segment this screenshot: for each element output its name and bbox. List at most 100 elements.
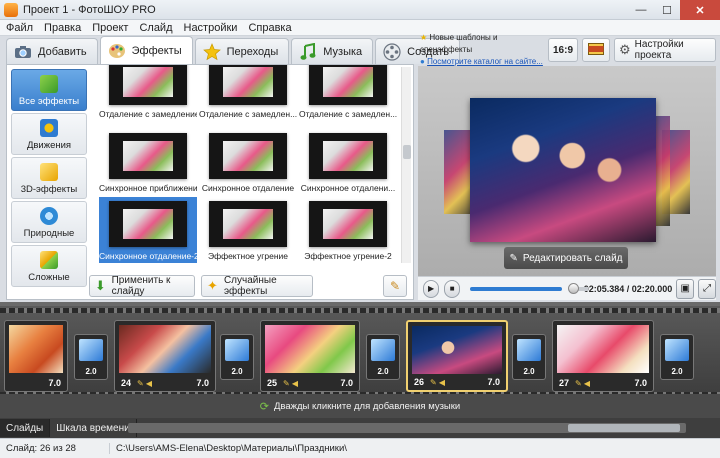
category-motions[interactable]: Движения — [11, 113, 87, 155]
snapshot-button[interactable]: ▣ — [676, 278, 695, 299]
transition-item[interactable]: 2.0 — [660, 334, 694, 380]
seek-knob[interactable] — [568, 282, 580, 294]
fullscreen-button[interactable]: ⤢ — [698, 278, 716, 299]
effect-label: Синхронное отдаление-2 — [99, 251, 197, 261]
random-effects-button[interactable]: ✦ Случайные эффекты — [201, 275, 313, 297]
menu-project[interactable]: Проект — [92, 22, 128, 34]
clear-effect-button[interactable]: ✎ — [383, 275, 407, 297]
film-reel-icon — [382, 42, 402, 61]
edit-slide-button[interactable]: ✎ Редактировать слайд — [504, 247, 628, 269]
title-bar: Проект 1 - ФотоШОУ PRO — ☐ ✕ — [0, 0, 720, 20]
menu-bar: Файл Правка Проект Слайд Настройки Справ… — [0, 20, 720, 36]
effect-item[interactable]: Синхронное приближение — [99, 129, 197, 195]
slide-duration: 7.0 — [196, 378, 209, 388]
menu-slide[interactable]: Слайд — [139, 22, 172, 34]
layers-icon — [40, 251, 58, 269]
effect-label: Эффектное угрение-2 — [304, 251, 392, 261]
effect-thumbnail — [309, 65, 387, 105]
effect-item[interactable]: Синхронное отдаление — [199, 129, 297, 195]
cube-icon — [40, 163, 58, 181]
slide-preview: ✎ Редактировать слайд — [418, 66, 716, 300]
transition-duration: 2.0 — [671, 367, 683, 376]
effect-item[interactable]: Отдаление с замедлен... — [299, 65, 397, 121]
transition-duration: 2.0 — [231, 367, 243, 376]
effect-item[interactable]: Эффектное угрение — [199, 197, 297, 263]
add-music-icon: ⟳ — [259, 400, 269, 413]
transition-item[interactable]: 2.0 — [512, 334, 546, 380]
transition-item[interactable]: 2.0 — [74, 334, 108, 380]
transition-duration: 2.0 — [523, 367, 535, 376]
transition-thumbnail — [517, 339, 541, 361]
slide-tools-icons: ✎ ◀ — [430, 378, 446, 387]
snowflake-icon — [40, 207, 58, 225]
tab-music[interactable]: Музыка — [291, 38, 374, 64]
timeline-scrollbar[interactable] — [128, 423, 686, 433]
category-nature[interactable]: Природные — [11, 201, 87, 243]
seek-bar[interactable] — [470, 282, 589, 294]
screen-fit-button[interactable] — [582, 38, 610, 62]
tab-transitions[interactable]: Переходы — [194, 38, 290, 64]
menu-settings[interactable]: Настройки — [184, 22, 238, 34]
effect-thumbnail — [109, 133, 187, 179]
tab-slides[interactable]: Слайды — [0, 419, 51, 437]
slide-duration: 7.0 — [487, 377, 500, 387]
effects-scrollbar[interactable] — [401, 67, 411, 263]
project-settings-label: Настройки проекта — [634, 39, 684, 61]
effect-item[interactable]: Отдаление с замедлением — [99, 65, 197, 121]
project-settings-button[interactable]: ⚙ Настройки проекта — [614, 38, 716, 62]
view-tabs: Слайды Шкала времени — [0, 418, 720, 438]
slide-thumbnail[interactable]: 24 ✎ ◀ 7.0 — [114, 320, 216, 392]
menu-file[interactable]: Файл — [6, 22, 33, 34]
category-label: Природные — [23, 228, 75, 239]
effect-label: Синхронное приближение — [99, 183, 197, 193]
minimize-button[interactable]: — — [628, 0, 654, 20]
aspect-ratio-button[interactable]: 16:9 — [548, 38, 578, 62]
slide-thumbnail[interactable]: 7.0 — [4, 320, 68, 392]
maximize-button[interactable]: ☐ — [654, 0, 680, 20]
effect-item[interactable]: Эффектное угрение-2 — [299, 197, 397, 263]
slide-tools-icons: ✎ ◀ — [137, 379, 153, 388]
main-tabs: Добавить Эффекты Переходы Музыка Создать — [6, 36, 462, 64]
move-arrows-icon — [40, 119, 58, 137]
play-button[interactable]: ▶ — [423, 279, 440, 298]
apply-to-slide-button[interactable]: ⬇ Применить к слайду — [89, 275, 195, 297]
tab-add[interactable]: Добавить — [6, 38, 98, 64]
music-track-area[interactable]: ⟳ Дважды кликните для добавления музыки — [0, 394, 720, 418]
effect-item-selected[interactable]: Синхронное отдаление-2 — [99, 197, 197, 263]
slide-tools-icons: ✎ ◀ — [575, 379, 591, 388]
close-button[interactable]: ✕ — [680, 0, 720, 20]
timeline-scrollbar-thumb[interactable] — [568, 424, 680, 432]
arrow-down-icon: ⬇ — [94, 278, 106, 293]
effect-thumbnail — [109, 65, 187, 105]
stop-button[interactable]: ■ — [444, 279, 461, 298]
slide-thumbnail[interactable]: 27 ✎ ◀ 7.0 — [552, 320, 654, 392]
effect-item[interactable]: Синхронное отдалени... — [299, 129, 397, 195]
slide-number: 24 — [121, 378, 132, 388]
transition-thumbnail — [79, 339, 103, 361]
effect-thumbnail — [209, 65, 287, 105]
camera-icon — [13, 43, 33, 61]
category-complex[interactable]: Сложные — [11, 245, 87, 287]
slide-thumbnail[interactable]: 25 ✎ ◀ 7.0 — [260, 320, 360, 392]
menu-edit[interactable]: Правка — [44, 22, 81, 34]
stop-icon: ■ — [449, 284, 455, 293]
effects-panel: Все эффекты Движения 3D-эффекты Природны… — [6, 64, 414, 300]
scrollbar-thumb[interactable] — [403, 145, 411, 159]
effect-item[interactable]: Отдаление с замедлен... — [199, 65, 297, 121]
menu-help[interactable]: Справка — [248, 22, 291, 34]
tab-effects[interactable]: Эффекты — [99, 36, 193, 64]
tab-timeline[interactable]: Шкала времени — [50, 419, 137, 437]
category-3d-effects[interactable]: 3D-эффекты — [11, 157, 87, 199]
slide-thumbnail-selected[interactable]: 26 ✎ ◀ 7.0 — [406, 320, 508, 392]
info-icon: ● — [420, 57, 425, 66]
transition-item[interactable]: 2.0 — [220, 334, 254, 380]
category-all-effects[interactable]: Все эффекты — [11, 69, 87, 111]
brush-icon: ✎ — [389, 279, 401, 293]
transition-item[interactable]: 2.0 — [366, 334, 400, 380]
status-bar: Слайд: 26 из 28 C:\Users\AMS-Elena\Deskt… — [0, 438, 720, 458]
random-label: Случайные эффекты — [223, 275, 277, 297]
palette-icon — [107, 42, 127, 60]
slide-number: 27 — [559, 378, 570, 388]
catalog-link[interactable]: Посмотрите каталог на сайте... — [427, 57, 543, 66]
play-icon: ▶ — [427, 284, 435, 293]
